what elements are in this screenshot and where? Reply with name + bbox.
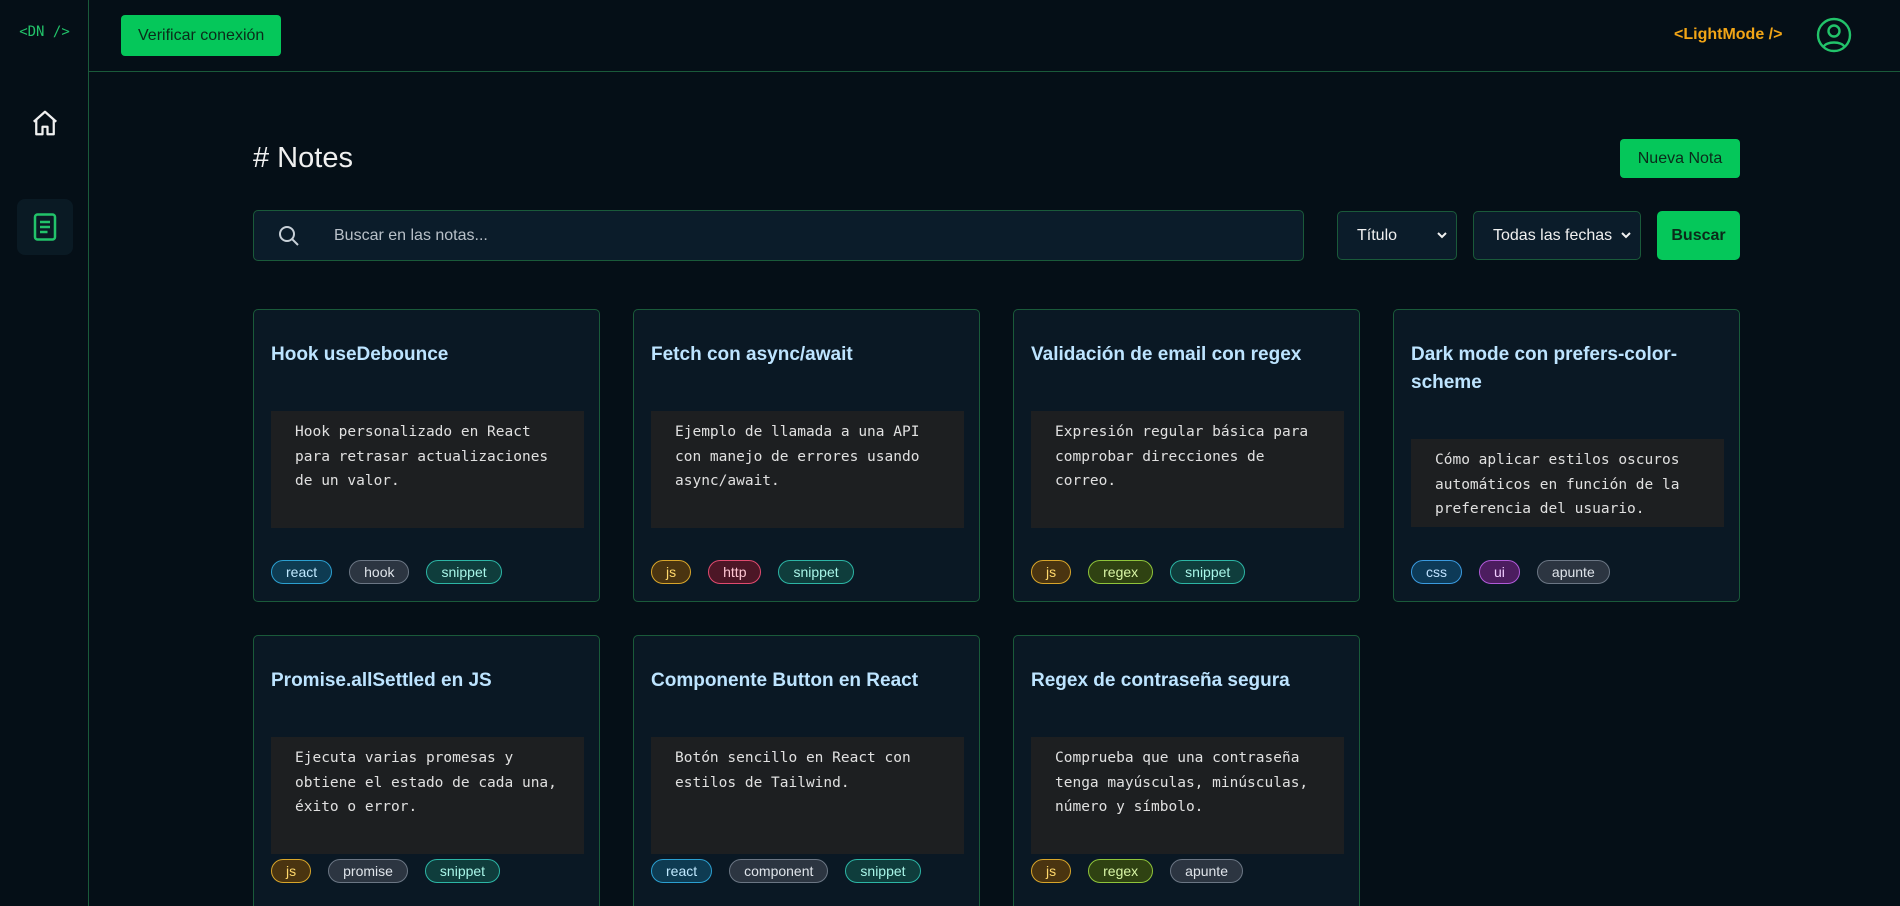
tag[interactable]: js (1031, 859, 1072, 883)
note-card[interactable]: Regex de contraseña segura Comprueba que… (1013, 635, 1360, 906)
chevron-down-icon (1621, 232, 1631, 239)
search-icon (279, 226, 299, 246)
note-card[interactable]: Componente Button en React Botón sencill… (633, 635, 980, 906)
note-card[interactable]: Dark mode con prefers-color-scheme Cómo … (1393, 309, 1740, 602)
search-button[interactable]: Buscar (1657, 211, 1740, 260)
avatar[interactable] (1815, 16, 1853, 54)
sidebar-item-home[interactable] (17, 95, 73, 151)
tag[interactable]: css (1411, 560, 1462, 584)
verify-connection-button[interactable]: Verificar conexión (121, 15, 282, 56)
note-tags: js promise snippet (271, 859, 501, 883)
note-description: Expresión regular básica para comprobar … (1031, 411, 1344, 528)
tag[interactable]: component (729, 859, 829, 883)
date-filter-select[interactable]: Todas las fechas (1473, 211, 1641, 260)
note-tags: js regex apunte (1031, 859, 1243, 883)
note-tags: js regex snippet (1031, 560, 1246, 584)
tag[interactable]: regex (1088, 859, 1154, 883)
date-filter-value: Todas las fechas (1493, 227, 1613, 244)
tag[interactable]: js (1031, 560, 1072, 584)
tag[interactable]: promise (328, 859, 408, 883)
note-description: Hook personalizado en React para retrasa… (271, 411, 584, 528)
chevron-down-icon (1437, 232, 1447, 239)
tag[interactable]: regex (1088, 560, 1154, 584)
note-title: Regex de contraseña segura (1031, 670, 1290, 691)
new-note-button[interactable]: Nueva Nota (1620, 139, 1740, 178)
tag[interactable]: react (271, 560, 333, 584)
note-description: Ejecuta varias promesas y obtiene el est… (271, 737, 584, 854)
search-input[interactable] (334, 211, 1284, 260)
note-title: Promise.allSettled en JS (271, 670, 492, 691)
notes-icon (33, 213, 57, 241)
sidebar: <DN /> (0, 0, 89, 906)
tag[interactable]: react (651, 859, 713, 883)
note-description: Ejemplo de llamada a una API con manejo … (651, 411, 964, 528)
note-title: Hook useDebounce (271, 344, 449, 365)
search-box[interactable] (253, 210, 1304, 261)
page-title: # Notes (253, 142, 353, 174)
note-tags: react hook snippet (271, 560, 502, 584)
topbar: Verificar conexión <LightMode /> (89, 0, 1900, 72)
user-circle-icon (1816, 17, 1852, 53)
note-tags: react component snippet (651, 859, 921, 883)
tag[interactable]: ui (1479, 560, 1520, 584)
app-logo[interactable]: <DN /> (0, 24, 89, 40)
note-card[interactable]: Hook useDebounce Hook personalizado en R… (253, 309, 600, 602)
note-card[interactable]: Promise.allSettled en JS Ejecuta varias … (253, 635, 600, 906)
tag[interactable]: snippet (424, 859, 501, 883)
home-icon (33, 110, 57, 136)
note-description: Botón sencillo en React con estilos de T… (651, 737, 964, 854)
note-description: Cómo aplicar estilos oscuros automáticos… (1411, 439, 1724, 527)
field-filter-select[interactable]: Título (1337, 211, 1457, 260)
sidebar-item-notes[interactable] (17, 199, 73, 255)
note-tags: css ui apunte (1411, 560, 1610, 584)
note-description: Comprueba que una contraseña tenga mayús… (1031, 737, 1344, 854)
note-title: Validación de email con regex (1031, 344, 1302, 365)
tag[interactable]: apunte (1170, 859, 1243, 883)
note-tags: js http snippet (651, 560, 854, 584)
tag[interactable]: js (651, 560, 692, 584)
tag[interactable]: snippet (426, 560, 502, 584)
tag[interactable]: snippet (1170, 560, 1246, 584)
note-card[interactable]: Validación de email con regex Expresión … (1013, 309, 1360, 602)
note-title: Fetch con async/await (651, 344, 853, 365)
tag[interactable]: js (271, 859, 312, 883)
tag[interactable]: hook (349, 560, 410, 584)
tag[interactable]: apunte (1536, 560, 1610, 584)
note-title: Componente Button en React (651, 670, 919, 691)
tag[interactable]: snippet (778, 560, 854, 584)
lightmode-toggle[interactable]: <LightMode /> (1674, 26, 1782, 44)
tag[interactable]: http (708, 560, 762, 584)
field-filter-value: Título (1357, 227, 1398, 244)
note-title: Dark mode con prefers-color-scheme (1411, 344, 1678, 393)
tag[interactable]: snippet (845, 859, 921, 883)
note-card[interactable]: Fetch con async/await Ejemplo de llamada… (633, 309, 980, 602)
